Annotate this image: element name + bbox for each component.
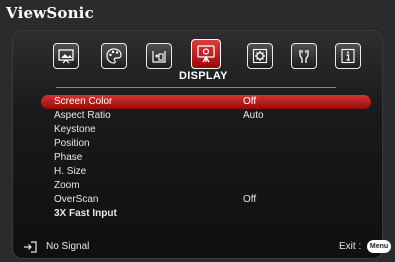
tab-source[interactable] xyxy=(146,43,172,69)
menu-item-aspect-ratio[interactable]: Aspect Ratio Auto xyxy=(41,109,371,123)
display-icon xyxy=(197,45,215,63)
osd-menu-panel: DISPLAY Screen Color Off Aspect Ratio Au… xyxy=(12,30,391,259)
menu-tabs: DISPLAY xyxy=(13,31,382,91)
menu-item-zoom[interactable]: Zoom xyxy=(41,179,371,193)
menu-item-value: Auto xyxy=(243,110,264,121)
information-icon xyxy=(341,48,355,64)
menu-item-value: Off xyxy=(243,96,257,107)
menu-item-keystone[interactable]: Keystone xyxy=(41,123,371,137)
menu-list: Screen Color Off Aspect Ratio Auto Keyst… xyxy=(41,95,371,221)
menu-item-label: Aspect Ratio xyxy=(54,110,111,121)
exit-label: Exit : xyxy=(339,241,362,252)
tab-information[interactable] xyxy=(335,43,361,69)
tab-settings[interactable] xyxy=(247,43,273,69)
signal-status: No Signal xyxy=(46,241,90,252)
menu-item-h-size[interactable]: H. Size xyxy=(41,165,371,179)
menu-item-phase[interactable]: Phase xyxy=(41,151,371,165)
source-input-icon xyxy=(152,51,166,63)
color-palette-icon xyxy=(106,48,122,64)
menu-item-label: H. Size xyxy=(54,166,87,177)
brand-logo: ViewSonic xyxy=(6,4,94,22)
tab-display[interactable] xyxy=(191,39,221,69)
advanced-tools-icon xyxy=(299,50,309,63)
menu-item-label: OverScan xyxy=(54,194,99,205)
active-tab-title: DISPLAY xyxy=(179,70,228,82)
menu-item-overscan[interactable]: OverScan Off xyxy=(41,193,371,207)
picture-icon xyxy=(58,49,74,64)
menu-item-value: Off xyxy=(243,194,257,205)
menu-item-label: 3X Fast Input xyxy=(54,208,117,219)
settings-gear-icon xyxy=(252,48,268,64)
tab-advanced[interactable] xyxy=(291,43,317,69)
status-footer: No Signal Exit : Menu xyxy=(13,238,391,256)
menu-item-label: Position xyxy=(54,138,90,149)
menu-item-position[interactable]: Position xyxy=(41,137,371,151)
menu-button[interactable]: Menu xyxy=(367,240,391,253)
menu-item-label: Phase xyxy=(54,152,83,163)
menu-item-label: Zoom xyxy=(54,180,80,191)
divider xyxy=(56,87,336,88)
menu-item-screen-color[interactable]: Screen Color Off xyxy=(41,95,371,109)
input-source-icon xyxy=(24,241,37,253)
menu-item-label: Screen Color xyxy=(54,96,113,107)
menu-item-3x-fast-input[interactable]: 3X Fast Input xyxy=(41,207,371,221)
tab-color[interactable] xyxy=(101,43,127,69)
tab-picture[interactable] xyxy=(53,43,79,69)
menu-item-label: Keystone xyxy=(54,124,96,135)
